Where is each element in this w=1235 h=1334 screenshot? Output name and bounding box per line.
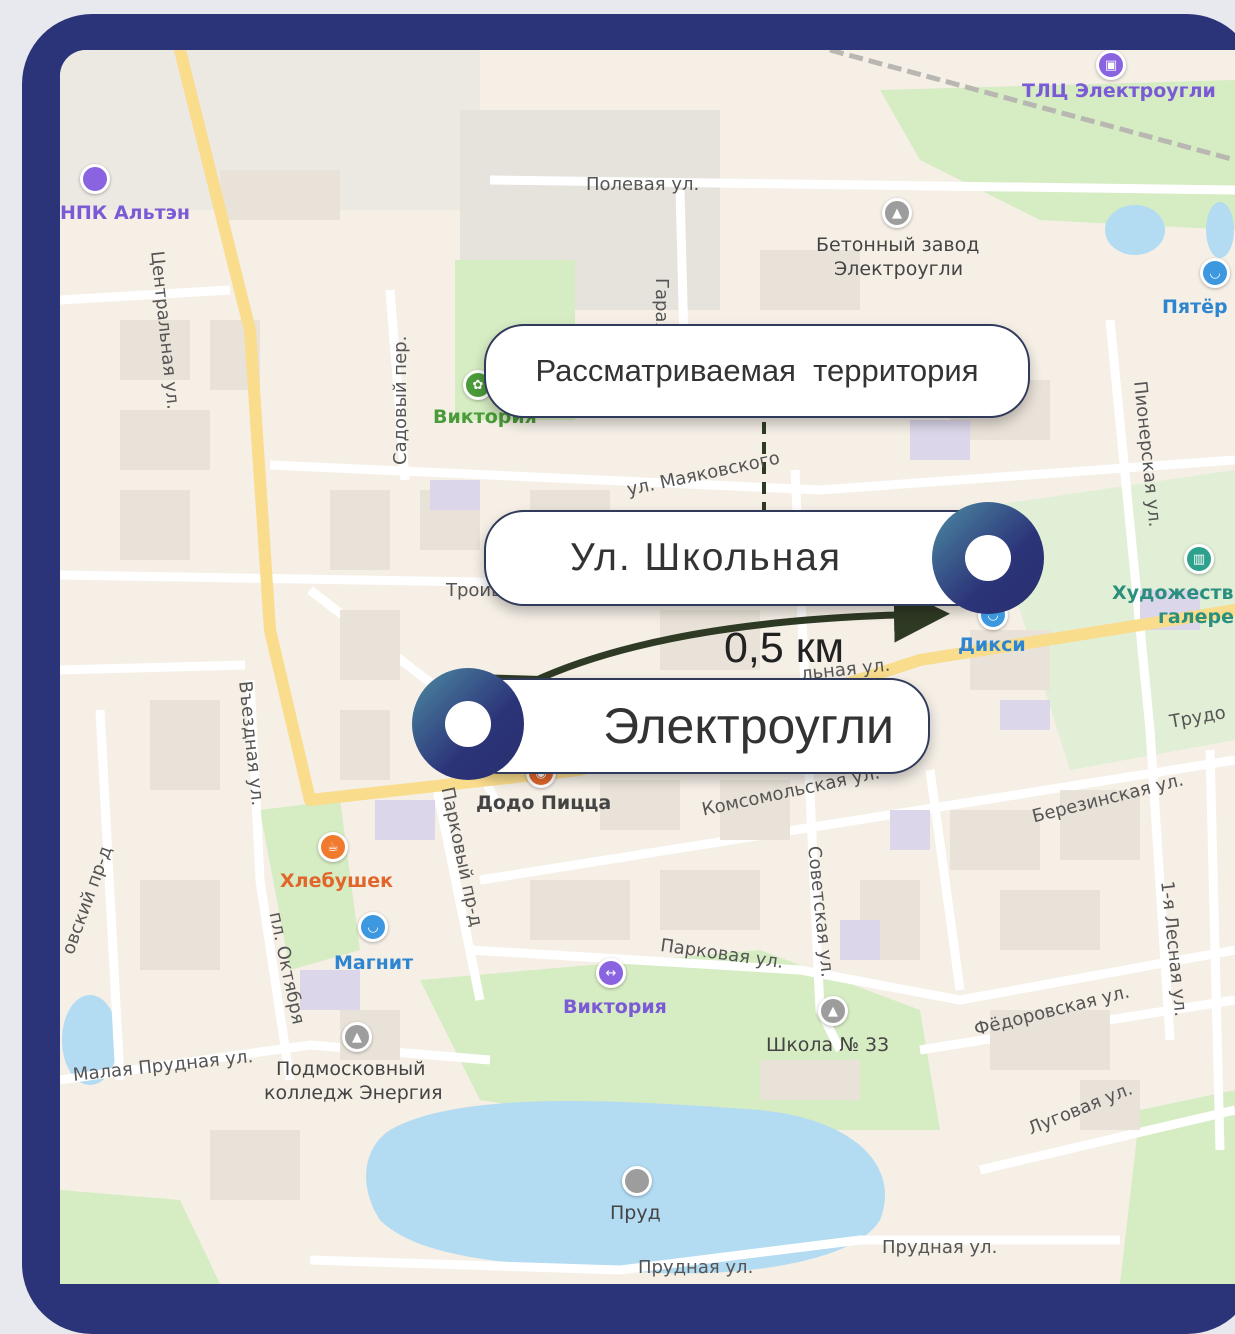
poi-label-college-2[interactable]: колледж Энергия [264, 1082, 443, 1104]
factory-icon[interactable]: ▲ [882, 198, 912, 228]
street-label: Полевая ул. [586, 174, 700, 195]
school-icon[interactable]: ▲ [342, 1022, 372, 1052]
poi-label-gallery[interactable]: Художеств [1112, 582, 1234, 604]
poi-label-hlebushek[interactable]: Хлебушек [280, 870, 393, 892]
marker-center [965, 535, 1011, 581]
poi-label-viktoria-2[interactable]: Виктория [563, 996, 667, 1018]
poi-label-magnit[interactable]: Магнит [334, 952, 413, 974]
poi-label-beton[interactable]: Бетонный завод [816, 234, 979, 256]
pond-small [1206, 202, 1234, 258]
focus-area-label: Рассматриваемая территория [535, 353, 979, 388]
distance-label: 0,5 км [724, 624, 845, 672]
poi-label-gallery-2[interactable]: галере [1158, 606, 1234, 628]
poi-label-prud[interactable]: Пруд [610, 1202, 661, 1224]
school-icon[interactable]: ▲ [818, 996, 848, 1026]
town-label: Электроугли [603, 698, 894, 754]
map-base-layer [60, 50, 1235, 1284]
basket-icon[interactable]: ◡ [358, 912, 388, 942]
poi-label-college[interactable]: Подмосковный [276, 1058, 426, 1080]
poi-label-school[interactable]: Школа № 33 [766, 1034, 889, 1056]
gallery-icon[interactable]: ▥ [1184, 544, 1214, 574]
poi-label-tlc[interactable]: ТЛЦ Электроугли [1022, 80, 1216, 102]
warehouse-icon[interactable]: ▣ [1096, 50, 1126, 80]
cafe-icon[interactable]: ☕ [318, 832, 348, 862]
street-label: Прудная ул. [638, 1257, 754, 1278]
pond-icon[interactable] [622, 1166, 652, 1196]
basket-icon[interactable]: ◡ [1200, 258, 1230, 288]
location-marker-town[interactable] [412, 668, 524, 780]
focus-area-callout: Рассматриваемая территория [484, 324, 1030, 418]
poi-label-beton-2[interactable]: Электроугли [834, 258, 963, 280]
location-marker-street[interactable] [932, 502, 1044, 614]
poi-label-dodo[interactable]: Додо Пицца [476, 792, 611, 814]
pond-small [1105, 205, 1165, 255]
park-area [60, 1190, 220, 1284]
marker-center [445, 701, 491, 747]
street-label: Прудная ул. [882, 1237, 998, 1258]
poi-label-npk[interactable]: НПК Альтэн [60, 202, 190, 224]
town-callout: Электроугли [460, 678, 930, 774]
poi-label-diksi[interactable]: Дикси [958, 634, 1026, 656]
street-callout: Ул. Школьная [484, 510, 1008, 606]
poi-label-pyaterochka[interactable]: Пятёр [1162, 296, 1228, 318]
place-icon[interactable]: ↔ [596, 958, 626, 988]
street-label-main: Ул. Школьная [569, 536, 843, 579]
park-area [880, 80, 1235, 230]
place-icon[interactable] [80, 164, 110, 194]
map-view[interactable]: Полевая ул. Центральная ул. Садовый пер.… [60, 50, 1235, 1284]
street-label: Садовый пер. [390, 335, 411, 465]
